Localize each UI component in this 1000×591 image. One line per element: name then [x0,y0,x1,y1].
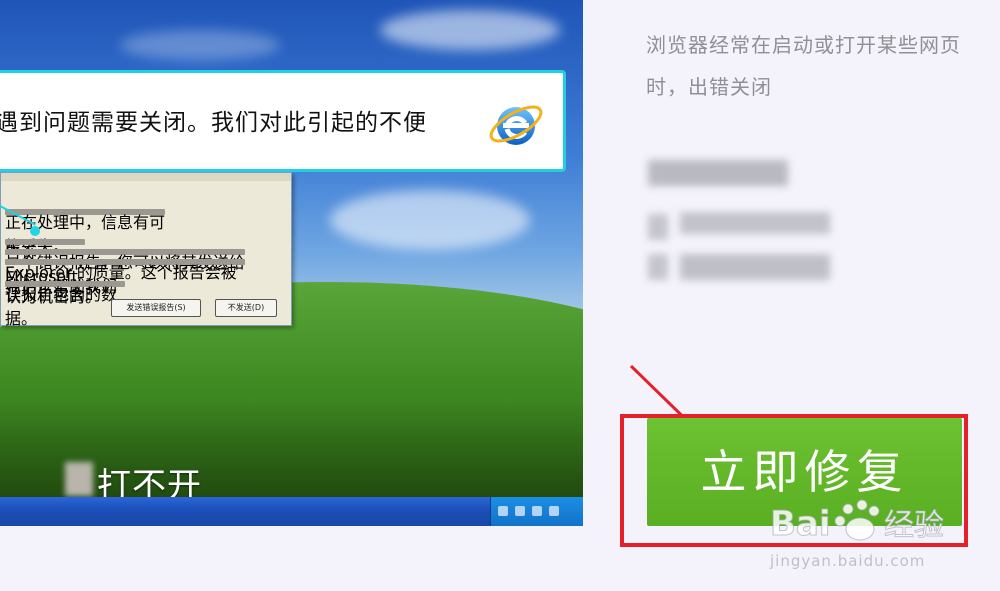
dialog-text-line: Explorer 的质量。这个报告会被认为机密的。 [5,259,245,306]
system-tray [490,497,583,526]
tray-icon[interactable] [549,506,559,516]
cloud [380,10,560,50]
svg-text:经验: 经验 [884,508,944,543]
blurred-text [65,462,93,496]
svg-text:Bai: Bai [770,504,831,544]
dialog-text-line: 告诉 Microsoft。 [5,239,94,286]
error-callout: 遇到问题需要关闭。我们对此引起的不便 [0,70,566,172]
dont-send-button[interactable]: 不发送(D) [215,299,277,317]
cloud [120,30,280,60]
ie-error-dialog: 正在处理中，信息有可能丢失。 告诉 Microsoft。 一个错误报告，您可以将… [0,172,292,328]
dialog-text-line: 正在处理中，信息有可能丢失。 [5,209,165,256]
tray-icon[interactable] [532,506,542,516]
callout-dot [30,226,40,236]
watermark-url: jingyan.baidu.com [770,552,926,570]
error-message: 遇到问题需要关闭。我们对此引起的不便 [0,110,427,136]
baidu-paw-icon: Bai 经验 [770,499,945,545]
tray-icon[interactable] [498,506,508,516]
send-error-report-button[interactable]: 发送错误报告(S) [111,299,201,317]
error-screenshot: 正在处理中，信息有可能丢失。 告诉 Microsoft。 一个错误报告，您可以将… [0,0,583,526]
dialog-text-line: 一个错误报告，您可以将其发送给我们以帮助我们 [5,249,245,296]
cloud [330,190,530,250]
blurred-content [648,160,830,280]
tray-icon[interactable] [515,506,525,516]
internet-explorer-icon [489,105,543,145]
problem-description: 浏览器经常在启动或打开某些网页时，出错关闭 [646,33,961,99]
dialog-titlebar [1,173,291,181]
dialog-text-line: 误报告包含的数据。 [5,281,125,328]
